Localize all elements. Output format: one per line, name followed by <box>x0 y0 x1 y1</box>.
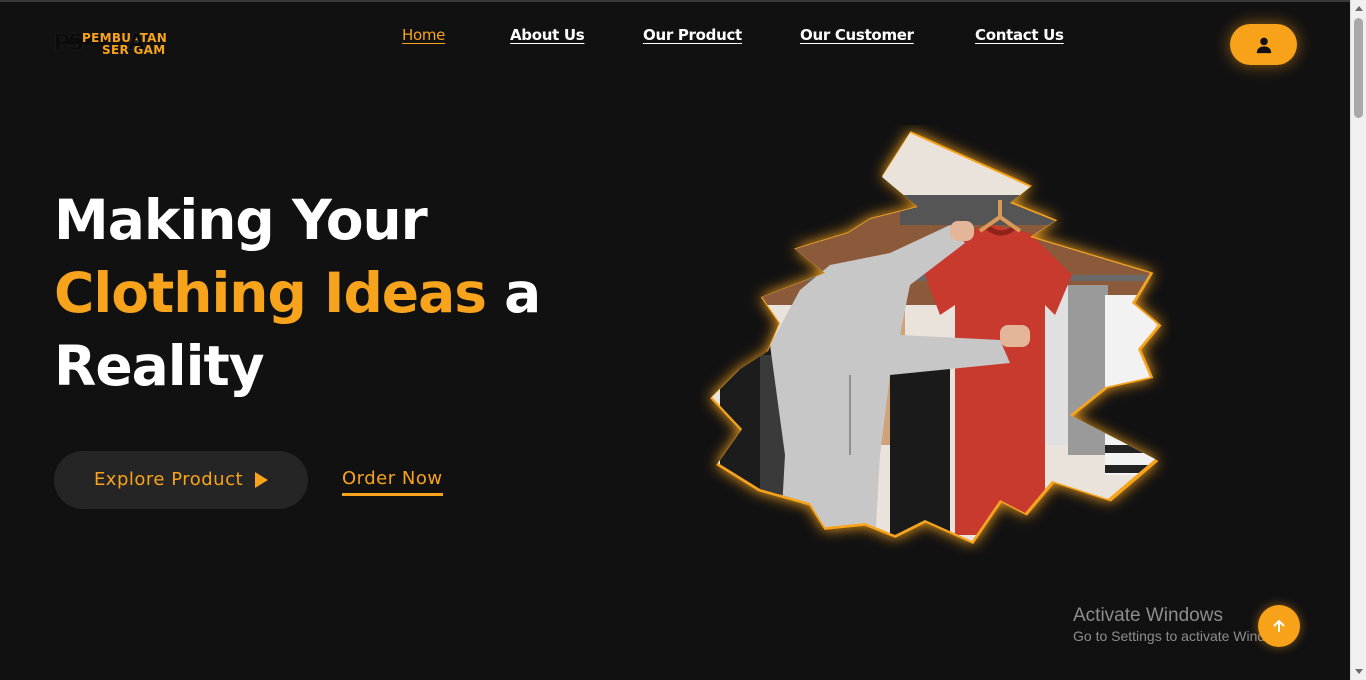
hero-title: Making Your Clothing Ideas a Reality <box>54 184 614 403</box>
brand-logo[interactable]: PS PEMBUATAN SER GAM A <box>54 30 186 58</box>
scroll-up-arrow-icon[interactable] <box>1355 6 1363 11</box>
order-now-link[interactable]: Order Now <box>342 467 443 496</box>
window-top-border <box>0 0 1366 2</box>
scrollbar-thumb[interactable] <box>1354 18 1363 118</box>
play-icon <box>255 472 269 488</box>
hero-clothing-image <box>710 131 1162 544</box>
page-scrollbar[interactable] <box>1350 0 1366 680</box>
nav-about-us[interactable]: About Us <box>510 25 585 45</box>
nav-our-customer[interactable]: Our Customer <box>800 25 914 45</box>
scroll-to-top-button[interactable] <box>1258 605 1300 647</box>
explore-product-label: Explore Product <box>93 469 244 490</box>
logo-big-letter: A <box>128 30 146 55</box>
nav-contact-us[interactable]: Contact Us <box>975 25 1064 45</box>
hero-title-line-3: Reality <box>54 334 265 398</box>
user-icon <box>1256 37 1271 53</box>
scroll-down-arrow-icon[interactable] <box>1355 669 1363 674</box>
logo-initials: PS <box>54 30 84 58</box>
hero-title-after-accent: a <box>485 261 541 325</box>
hero-title-accent: Clothing Ideas <box>54 261 487 325</box>
explore-product-button[interactable]: Explore Product <box>54 451 308 509</box>
nav-our-product[interactable]: Our Product <box>643 25 742 45</box>
arrow-up-icon <box>1273 620 1285 632</box>
nav-home[interactable]: Home <box>402 25 445 45</box>
user-account-button[interactable] <box>1230 24 1297 65</box>
hero-title-line-1: Making Your <box>54 188 428 252</box>
